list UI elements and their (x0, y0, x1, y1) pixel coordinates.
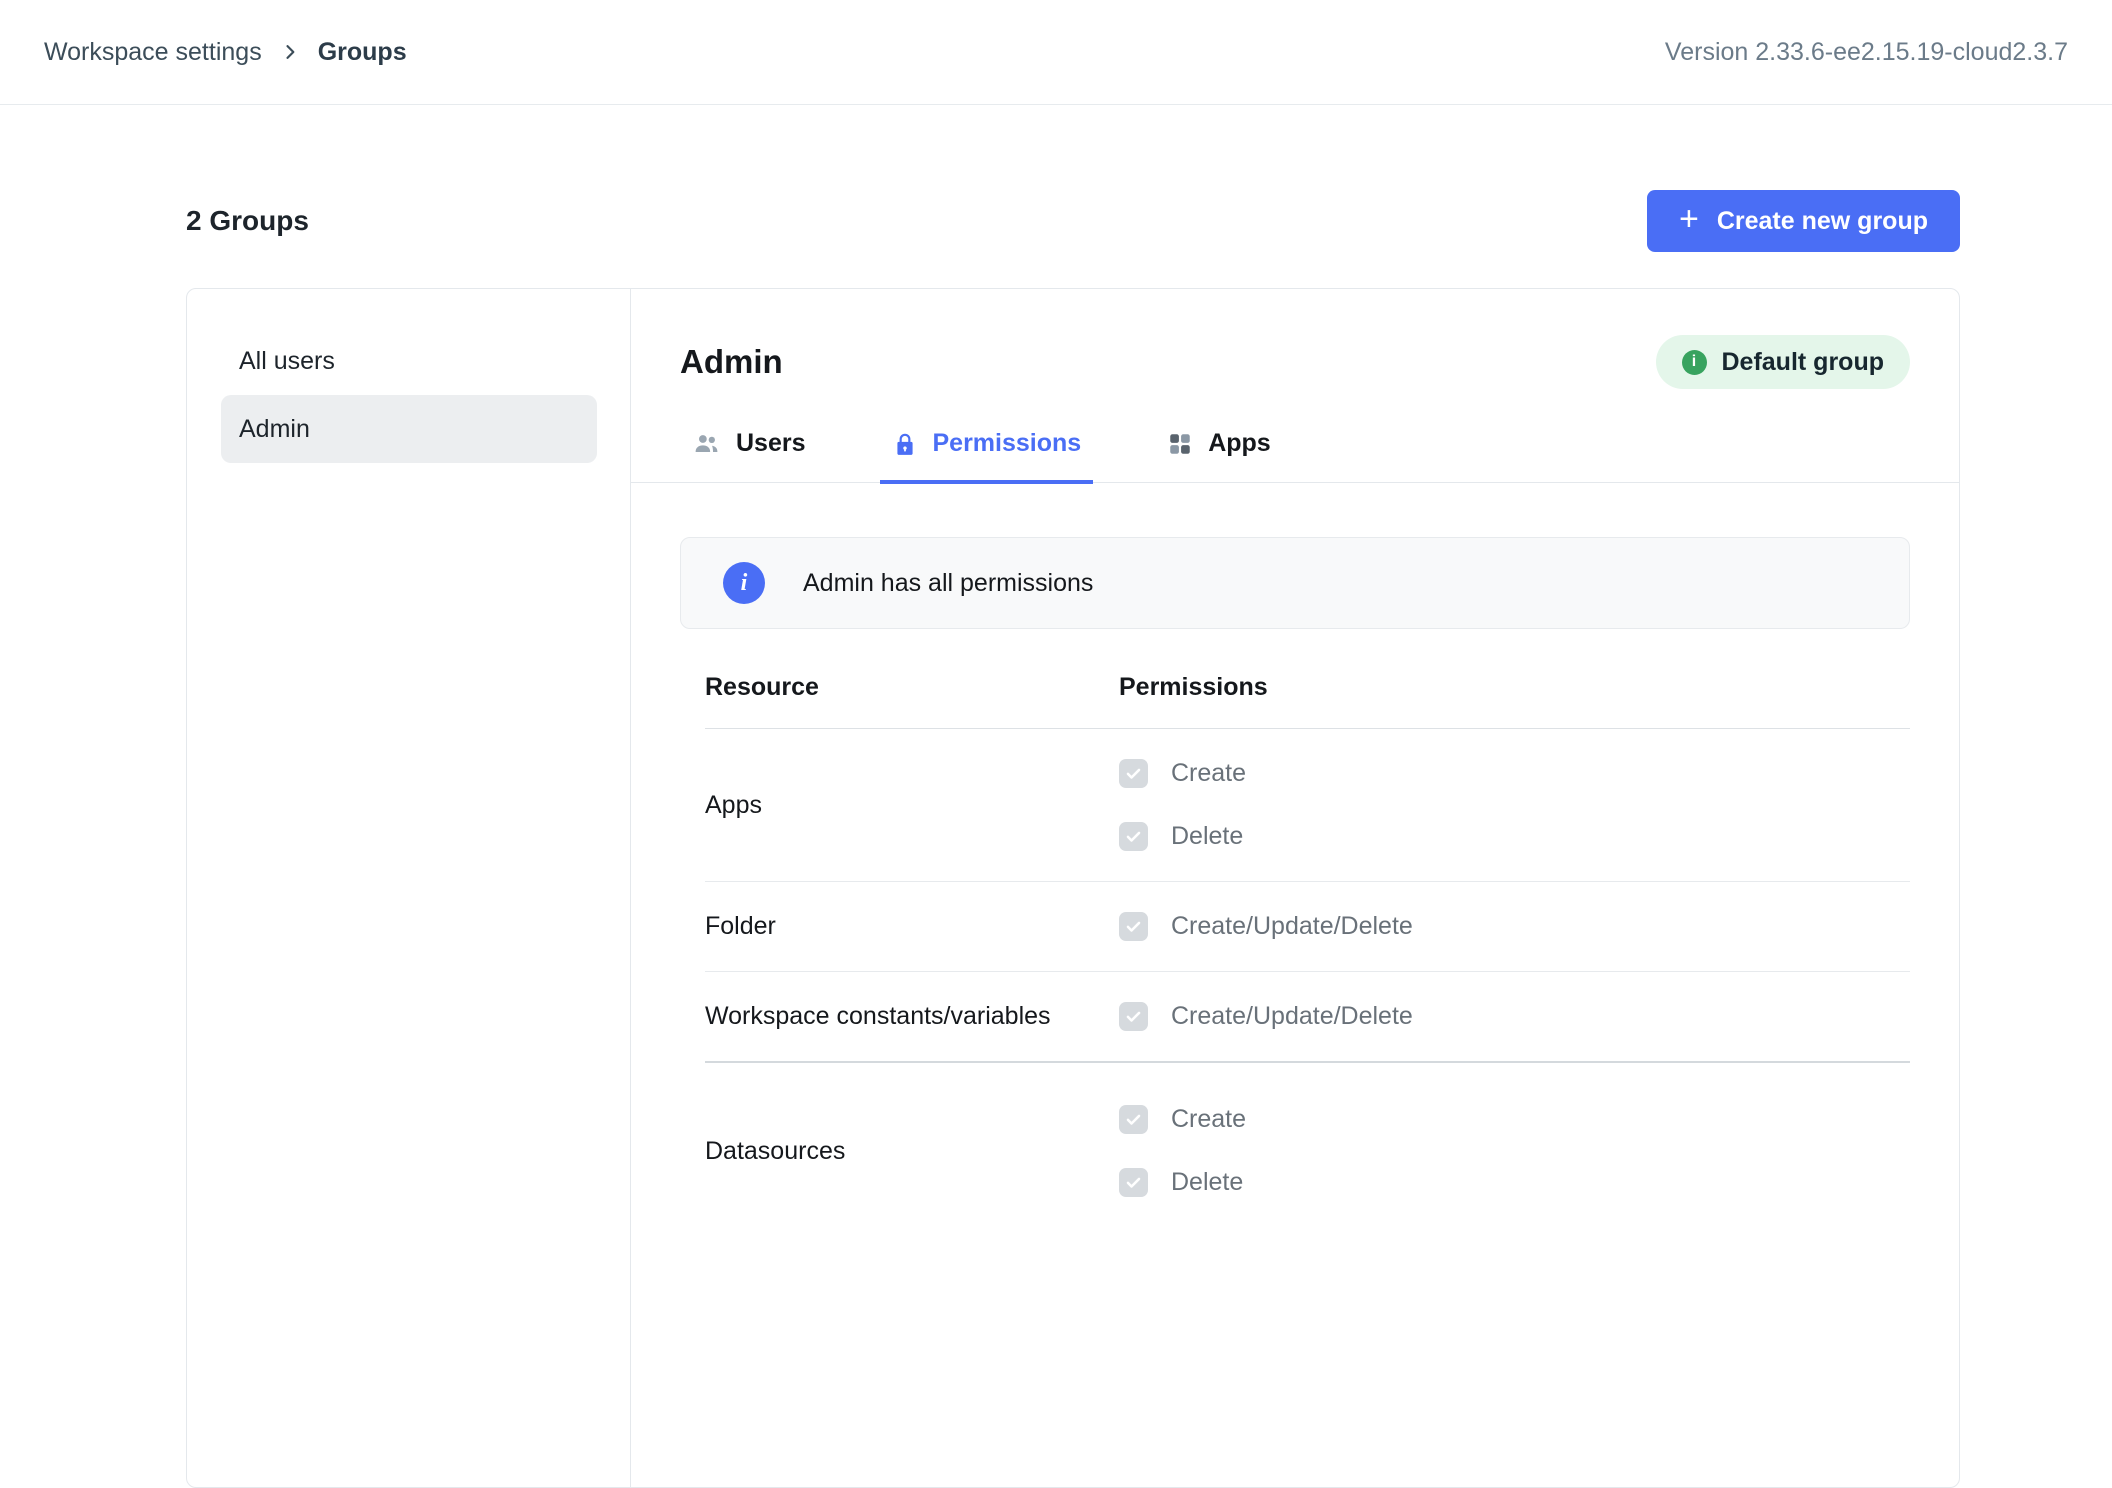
chevron-right-icon (280, 42, 300, 62)
breadcrumb: Workspace settings Groups (44, 38, 407, 67)
permission-apps-delete: Delete (1119, 822, 1910, 851)
permission-label: Delete (1171, 1168, 1243, 1197)
resource-label: Workspace constants/variables (705, 1002, 1119, 1031)
tab-permissions[interactable]: Permissions (880, 429, 1094, 484)
groups-page: 2 Groups + Create new group All users Ad… (186, 190, 1960, 1488)
tab-permissions-label: Permissions (933, 429, 1082, 458)
permissions-table: Resource Permissions Apps Create (680, 673, 1910, 1227)
permission-datasources-delete: Delete (1119, 1168, 1910, 1197)
group-title: Admin (680, 343, 783, 381)
checkbox-apps-delete[interactable] (1119, 822, 1148, 851)
tab-apps-label: Apps (1208, 429, 1271, 458)
check-icon (1124, 1007, 1143, 1026)
checkbox-constants-cud[interactable] (1119, 1002, 1148, 1031)
sidebar-item-label: Admin (239, 415, 310, 444)
sidebar-item-admin[interactable]: Admin (221, 395, 597, 463)
groups-count: 2 Groups (186, 205, 309, 237)
permission-apps-create: Create (1119, 759, 1910, 788)
breadcrumb-current-groups: Groups (318, 38, 407, 67)
check-icon (1124, 764, 1143, 783)
table-row-folder: Folder Create/Update/Delete (705, 882, 1910, 972)
table-row-apps: Apps Create Delete (705, 729, 1910, 882)
table-row-workspace-constants: Workspace constants/variables Create/Upd… (705, 972, 1910, 1063)
checkbox-folder-cud[interactable] (1119, 912, 1148, 941)
banner-text: Admin has all permissions (803, 569, 1093, 598)
permission-label: Create (1171, 759, 1246, 788)
group-detail-panel: Admin i Default group Users (631, 289, 1959, 1487)
resource-label: Folder (705, 912, 1119, 941)
plus-icon: + (1679, 202, 1699, 236)
permission-label: Create/Update/Delete (1171, 912, 1413, 941)
lock-icon (892, 431, 918, 457)
check-icon (1124, 1110, 1143, 1129)
users-icon (692, 429, 721, 458)
permission-folder-cud: Create/Update/Delete (1119, 912, 1910, 941)
info-icon: i (723, 562, 765, 604)
checkbox-apps-create[interactable] (1119, 759, 1148, 788)
green-info-icon: i (1682, 350, 1707, 375)
groups-sidebar: All users Admin (187, 289, 631, 1487)
permission-label: Create (1171, 1105, 1246, 1134)
tab-users[interactable]: Users (680, 429, 818, 484)
version-text: Version 2.33.6-ee2.15.19-cloud2.3.7 (1665, 38, 2068, 67)
check-icon (1124, 827, 1143, 846)
groups-card: All users Admin Admin i Default group (186, 288, 1960, 1488)
create-new-group-label: Create new group (1717, 207, 1928, 236)
tab-apps[interactable]: Apps (1155, 429, 1283, 484)
default-group-badge-label: Default group (1722, 348, 1885, 377)
panel-header: Admin i Default group (680, 335, 1910, 389)
table-header-row: Resource Permissions (705, 673, 1910, 729)
permission-datasources-create: Create (1119, 1105, 1910, 1134)
tab-bar: Users Permissions Apps (631, 429, 1959, 483)
checkbox-datasources-delete[interactable] (1119, 1168, 1148, 1197)
checkbox-datasources-create[interactable] (1119, 1105, 1148, 1134)
default-group-badge: i Default group (1656, 335, 1911, 389)
permissions-column-header: Permissions (1119, 673, 1910, 702)
resource-label: Apps (705, 791, 1119, 820)
sidebar-item-label: All users (239, 347, 335, 376)
check-icon (1124, 1173, 1143, 1192)
permission-label: Create/Update/Delete (1171, 1002, 1413, 1031)
resource-column-header: Resource (705, 673, 1119, 702)
permission-label: Delete (1171, 822, 1243, 851)
top-bar: Workspace settings Groups Version 2.33.6… (0, 0, 2112, 105)
create-new-group-button[interactable]: + Create new group (1647, 190, 1960, 252)
apps-grid-icon (1167, 431, 1193, 457)
check-icon (1124, 917, 1143, 936)
resource-label: Datasources (705, 1137, 1119, 1166)
sidebar-item-all-users[interactable]: All users (221, 327, 597, 395)
permission-constants-cud: Create/Update/Delete (1119, 1002, 1910, 1031)
tab-users-label: Users (736, 429, 806, 458)
table-row-datasources: Datasources Create Delete (705, 1063, 1910, 1227)
groups-toolbar: 2 Groups + Create new group (186, 190, 1960, 252)
permissions-info-banner: i Admin has all permissions (680, 537, 1910, 629)
breadcrumb-workspace-settings[interactable]: Workspace settings (44, 38, 262, 67)
